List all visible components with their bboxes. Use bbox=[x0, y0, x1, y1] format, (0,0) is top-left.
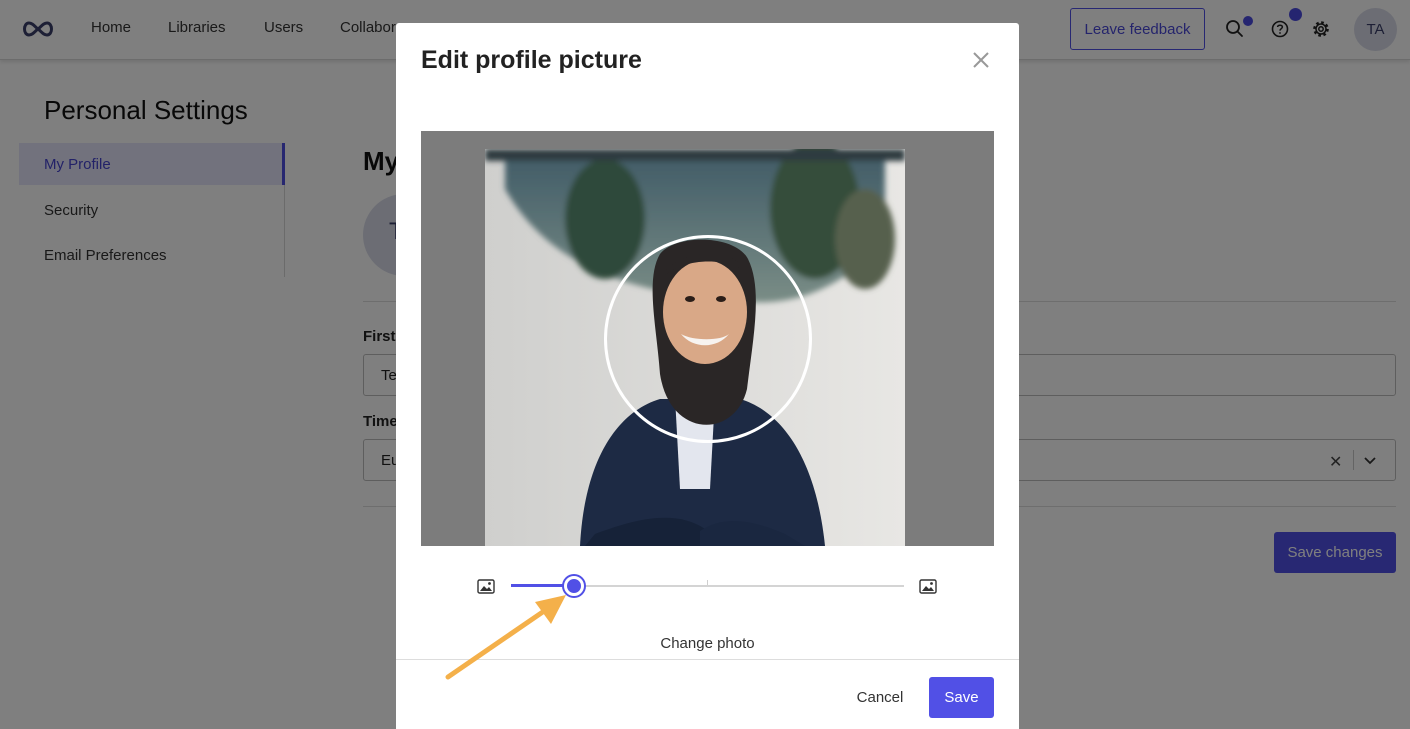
edit-profile-picture-dialog: Edit profile picture Change photo Cancel… bbox=[396, 23, 1019, 729]
image-crop-area[interactable] bbox=[421, 131, 994, 546]
dialog-title: Edit profile picture bbox=[421, 46, 642, 74]
cancel-button[interactable]: Cancel bbox=[842, 677, 918, 718]
zoom-slider-midpoint-tick bbox=[707, 580, 708, 585]
dialog-footer-divider bbox=[396, 659, 1019, 660]
save-button[interactable]: Save bbox=[929, 677, 994, 718]
zoom-out-image-icon[interactable] bbox=[477, 579, 495, 594]
crop-circle-handle[interactable] bbox=[604, 235, 812, 443]
zoom-in-image-icon[interactable] bbox=[919, 579, 937, 594]
change-photo-link[interactable]: Change photo bbox=[396, 635, 1019, 652]
close-icon[interactable] bbox=[970, 49, 992, 71]
zoom-slider-thumb[interactable] bbox=[563, 576, 584, 596]
